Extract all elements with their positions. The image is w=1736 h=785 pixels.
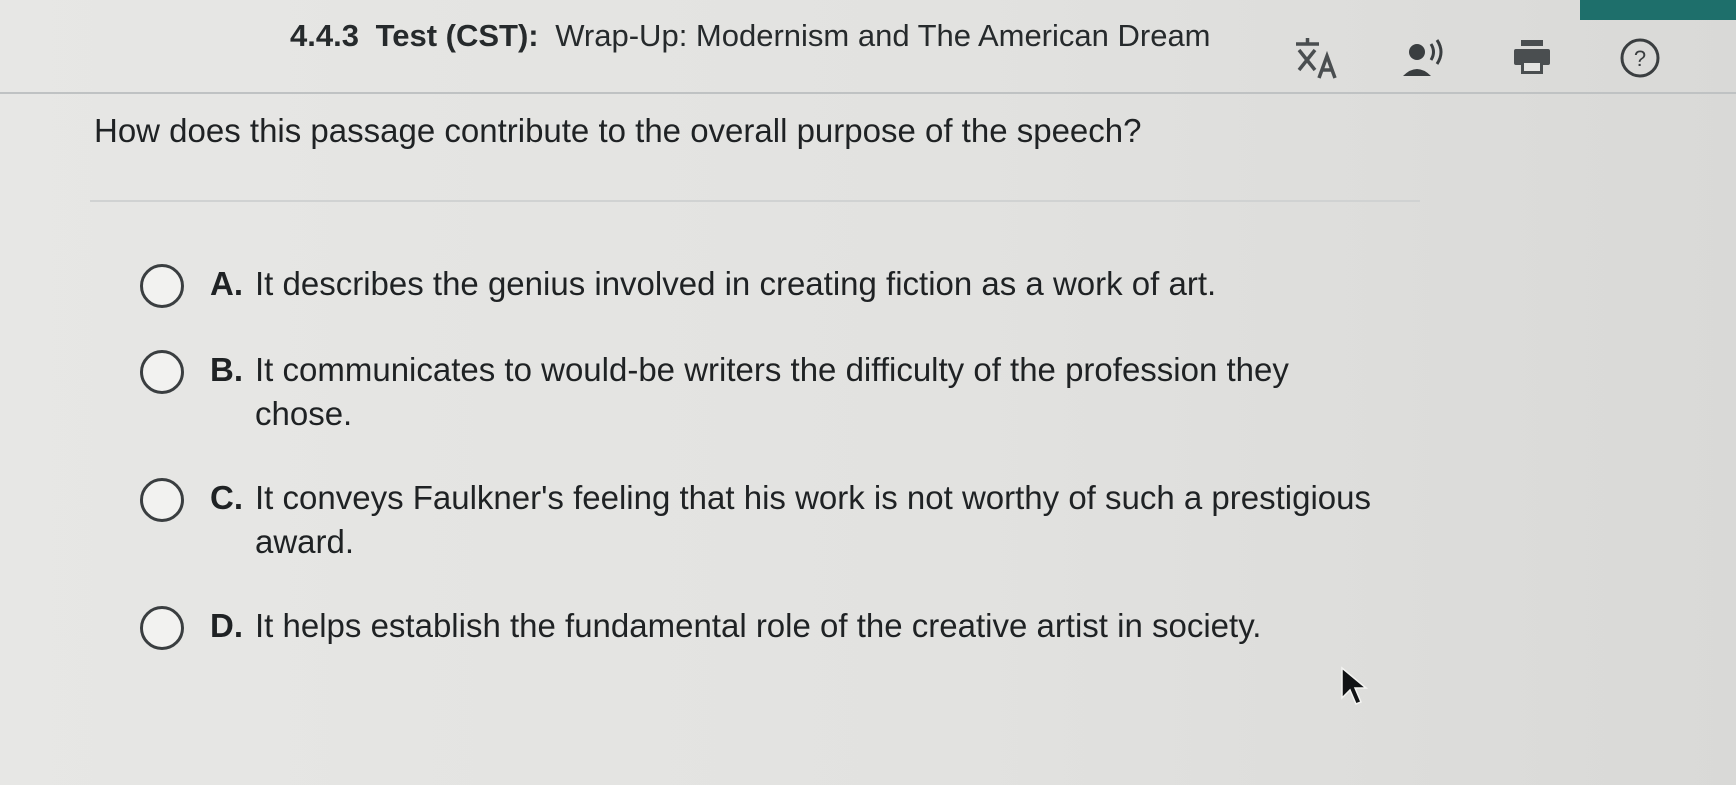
option-letter-b: B. bbox=[210, 351, 243, 388]
question-prompt: How does this passage contribute to the … bbox=[94, 112, 1142, 149]
option-b-body: B. It communicates to would-be writers t… bbox=[210, 348, 1375, 436]
radio-button-b[interactable] bbox=[140, 350, 184, 394]
header: 4.4.3 Test (CST): Wrap-Up: Modernism and… bbox=[0, 0, 1736, 90]
option-text-b: It communicates to would-be writers the … bbox=[255, 351, 1289, 432]
answer-option-b[interactable]: B. It communicates to would-be writers t… bbox=[140, 348, 1400, 436]
mouse-pointer-icon bbox=[1340, 666, 1370, 711]
option-a-body: A. It describes the genius involved in c… bbox=[210, 262, 1216, 306]
option-d-body: D. It helps establish the fundamental ro… bbox=[210, 604, 1261, 648]
answer-option-d[interactable]: D. It helps establish the fundamental ro… bbox=[140, 604, 1400, 650]
read-aloud-icon[interactable] bbox=[1398, 32, 1450, 84]
lesson-title: Wrap-Up: Modernism and The American Drea… bbox=[555, 18, 1211, 53]
answer-option-a[interactable]: A. It describes the genius involved in c… bbox=[140, 262, 1400, 308]
help-icon[interactable]: ? bbox=[1614, 32, 1666, 84]
toolbar: ? bbox=[1290, 30, 1666, 86]
header-divider bbox=[0, 92, 1736, 94]
test-page: 4.4.3 Test (CST): Wrap-Up: Modernism and… bbox=[0, 0, 1736, 785]
option-text-c: It conveys Faulkner's feeling that his w… bbox=[255, 479, 1371, 560]
page-title: 4.4.3 Test (CST): Wrap-Up: Modernism and… bbox=[290, 18, 1211, 54]
translate-icon[interactable] bbox=[1290, 32, 1342, 84]
svg-text:?: ? bbox=[1634, 46, 1646, 71]
radio-button-c[interactable] bbox=[140, 478, 184, 522]
option-text-d: It helps establish the fundamental role … bbox=[255, 607, 1262, 644]
option-letter-a: A. bbox=[210, 265, 243, 302]
question-divider bbox=[90, 200, 1420, 202]
answer-options: A. It describes the genius involved in c… bbox=[140, 262, 1400, 690]
radio-button-d[interactable] bbox=[140, 606, 184, 650]
option-letter-d: D. bbox=[210, 607, 243, 644]
lesson-code: 4.4.3 bbox=[290, 18, 359, 53]
option-letter-c: C. bbox=[210, 479, 243, 516]
test-label: Test (CST): bbox=[375, 18, 539, 53]
radio-button-a[interactable] bbox=[140, 264, 184, 308]
option-text-a: It describes the genius involved in crea… bbox=[255, 265, 1217, 302]
answer-option-c[interactable]: C. It conveys Faulkner's feeling that hi… bbox=[140, 476, 1400, 564]
option-c-body: C. It conveys Faulkner's feeling that hi… bbox=[210, 476, 1375, 564]
print-icon[interactable] bbox=[1506, 32, 1558, 84]
